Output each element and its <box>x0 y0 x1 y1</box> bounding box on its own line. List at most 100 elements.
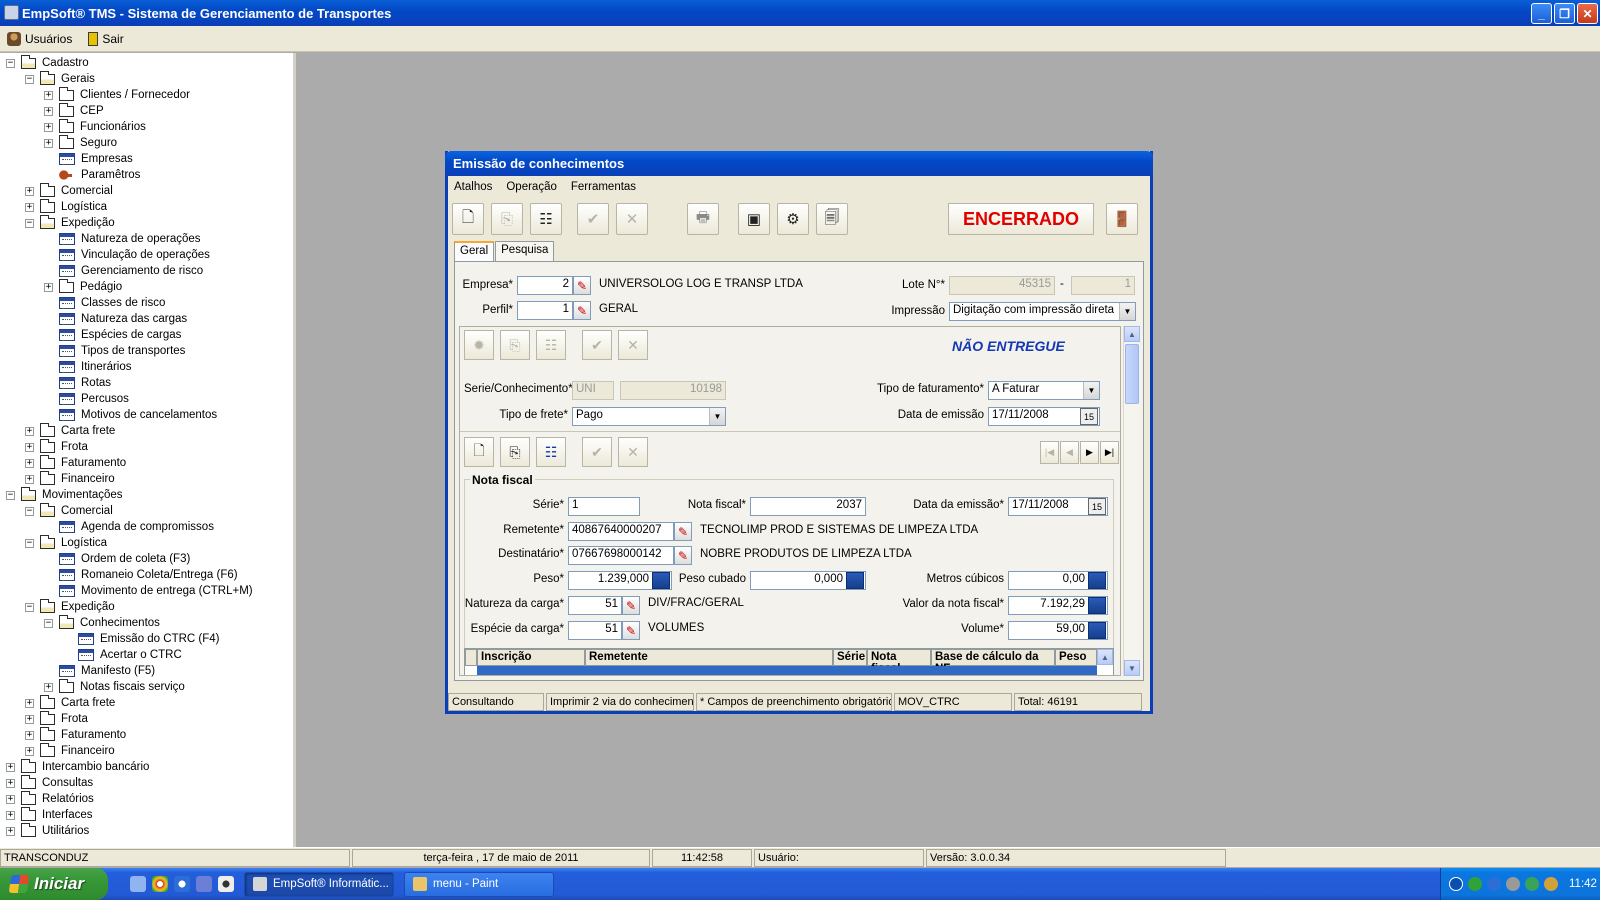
tree-item[interactable]: + Clientes / Fornecedor <box>44 86 190 103</box>
chevron-down-icon[interactable]: ▼ <box>709 408 725 425</box>
tree-item[interactable]: Motivos de cancelamentos <box>44 407 217 423</box>
tree-item[interactable]: Paramêtros <box>44 167 140 183</box>
first-record-button[interactable]: |◀ <box>1040 441 1059 464</box>
tree-item[interactable]: + Comercial <box>25 182 113 199</box>
tab-pesquisa[interactable]: Pesquisa <box>495 241 555 261</box>
tree-item[interactable]: Classes de risco <box>44 295 165 311</box>
tree-item[interactable]: + Faturamento <box>25 454 126 471</box>
confirm-nota-button[interactable]: ✔ <box>582 437 612 467</box>
tree-item[interactable]: Itinerários <box>44 359 132 375</box>
calculator-icon[interactable] <box>846 572 864 589</box>
expand-icon[interactable]: + <box>25 426 34 436</box>
tree-item[interactable]: + Seguro <box>44 134 117 151</box>
nf-serie-field[interactable]: 1 <box>568 497 640 516</box>
impressao-select[interactable]: Digitação com impressão direta ▼ <box>949 302 1136 321</box>
security-icon[interactable] <box>1525 877 1539 891</box>
tree-item[interactable]: − Logística <box>25 534 107 551</box>
tree-item[interactable]: − Comercial <box>25 502 113 519</box>
scroll-up-icon[interactable]: ▲ <box>1124 326 1140 342</box>
grid-header-peso[interactable]: Peso <box>1055 649 1097 666</box>
tree-item[interactable]: Percusos <box>44 391 129 407</box>
tree-item[interactable]: + Frota <box>25 710 88 727</box>
expand-icon[interactable]: + <box>44 138 53 148</box>
monitor-icon[interactable] <box>1506 877 1520 891</box>
menu-sair[interactable]: Sair <box>85 30 126 48</box>
edit-conhecimento-button[interactable]: ☷ <box>536 330 566 360</box>
expand-icon[interactable]: + <box>44 682 53 692</box>
tree-item[interactable]: Tipos de transportes <box>44 343 185 359</box>
volume-icon[interactable] <box>1544 877 1558 891</box>
expand-icon[interactable]: + <box>6 794 15 804</box>
tree-item[interactable]: Emissão do CTRC (F4) <box>63 631 220 647</box>
grid-header-remetente[interactable]: Remetente <box>585 649 833 666</box>
remetente-doc-field[interactable]: 40867640000207 <box>568 522 674 541</box>
tree-item[interactable]: Manifesto (F5) <box>44 663 155 679</box>
collapse-icon[interactable]: − <box>25 218 34 228</box>
tree-item[interactable]: Movimento de entrega (CTRL+M) <box>44 583 253 599</box>
panel-scrollbar[interactable]: ▲ ▼ <box>1123 326 1140 676</box>
chrome-icon[interactable] <box>152 876 168 892</box>
grid-header-base-calculo[interactable]: Base de cálculo da NF <box>931 649 1055 675</box>
volume-field[interactable]: 59,00 <box>1008 621 1108 640</box>
tree-item[interactable]: + Interfaces <box>6 806 93 823</box>
tree-item[interactable]: + Frota <box>25 438 88 455</box>
tree-item[interactable]: Rotas <box>44 375 111 391</box>
cancel-nota-button[interactable]: ✕ <box>618 437 648 467</box>
tree-item[interactable]: + Faturamento <box>25 726 126 743</box>
new-nota-button[interactable]: 🗋 <box>464 437 494 467</box>
menu-operacao[interactable]: Operação <box>506 181 557 193</box>
cancel-button[interactable]: ✕ <box>616 203 648 235</box>
restore-button[interactable]: ❐ <box>1554 3 1575 24</box>
tree-item[interactable]: + Carta frete <box>25 422 115 439</box>
expand-icon[interactable]: + <box>44 106 53 116</box>
lote-field[interactable]: 45315 <box>949 276 1055 295</box>
media-player-icon[interactable] <box>218 876 234 892</box>
collapse-icon[interactable]: − <box>25 602 34 612</box>
edit-button[interactable]: ☷ <box>530 203 562 235</box>
expand-icon[interactable]: + <box>6 762 15 772</box>
tree-item[interactable]: + Consultas <box>6 774 93 791</box>
scroll-down-icon[interactable]: ▼ <box>1124 660 1140 676</box>
menu-usuarios[interactable]: Usuários <box>4 30 75 48</box>
confirm-conhecimento-button[interactable]: ✔ <box>582 330 612 360</box>
network-icon[interactable] <box>1468 877 1482 891</box>
tree-item[interactable]: − Expedição <box>25 214 115 231</box>
peso-field[interactable]: 1.239,000 <box>568 571 672 590</box>
task-paint[interactable]: menu - Paint <box>404 871 554 897</box>
menu-ferramentas[interactable]: Ferramentas <box>571 181 636 193</box>
grid-header-nota-fiscal[interactable]: Nota fiscal <box>867 649 931 675</box>
calculator-icon[interactable] <box>1088 597 1106 614</box>
tree-item[interactable]: + Utilitários <box>6 822 89 839</box>
tree-item[interactable]: + CEP <box>44 102 104 119</box>
calendar-icon[interactable]: 15 <box>1080 408 1098 425</box>
chevron-down-icon[interactable]: ▼ <box>1083 382 1099 399</box>
calendar-icon[interactable]: 15 <box>1088 498 1106 515</box>
messenger-icon[interactable] <box>1487 877 1501 891</box>
peso-cubado-field[interactable]: 0,000 <box>750 571 866 590</box>
next-record-button[interactable]: ▶ <box>1080 441 1099 464</box>
nf-numero-field[interactable]: 2037 <box>750 497 866 516</box>
collapse-icon[interactable]: − <box>6 490 15 500</box>
minimize-button[interactable]: _ <box>1531 3 1552 24</box>
collapse-icon[interactable]: − <box>25 74 34 84</box>
lote-sequence-field[interactable]: 1 <box>1071 276 1135 295</box>
tray-expand-icon[interactable] <box>1449 877 1463 891</box>
start-button[interactable]: Iniciar <box>0 868 108 900</box>
collapse-icon[interactable]: − <box>44 618 53 628</box>
tree-item[interactable]: Ordem de coleta (F3) <box>44 551 190 567</box>
show-desktop-icon[interactable] <box>130 876 146 892</box>
grid-selected-row[interactable] <box>477 666 1097 675</box>
new-document-button[interactable]: 🗋 <box>452 203 484 235</box>
nf-data-field[interactable]: 17/11/2008 15 <box>1008 497 1108 516</box>
tree-item[interactable]: Romaneio Coleta/Entrega (F6) <box>44 567 238 583</box>
data-emissao-field[interactable]: 17/11/2008 15 <box>988 407 1100 426</box>
copy-nota-button[interactable]: ⎘ <box>500 437 530 467</box>
expand-icon[interactable]: + <box>6 778 15 788</box>
metros-field[interactable]: 0,00 <box>1008 571 1108 590</box>
new-conhecimento-button[interactable]: ✹ <box>464 330 494 360</box>
remetente-lookup-icon[interactable]: ✎ <box>674 522 692 541</box>
tree-item[interactable]: Natureza das cargas <box>44 311 187 327</box>
expand-icon[interactable]: + <box>25 442 34 452</box>
especie-code-field[interactable]: 51 <box>568 621 622 640</box>
expand-icon[interactable]: + <box>25 458 34 468</box>
